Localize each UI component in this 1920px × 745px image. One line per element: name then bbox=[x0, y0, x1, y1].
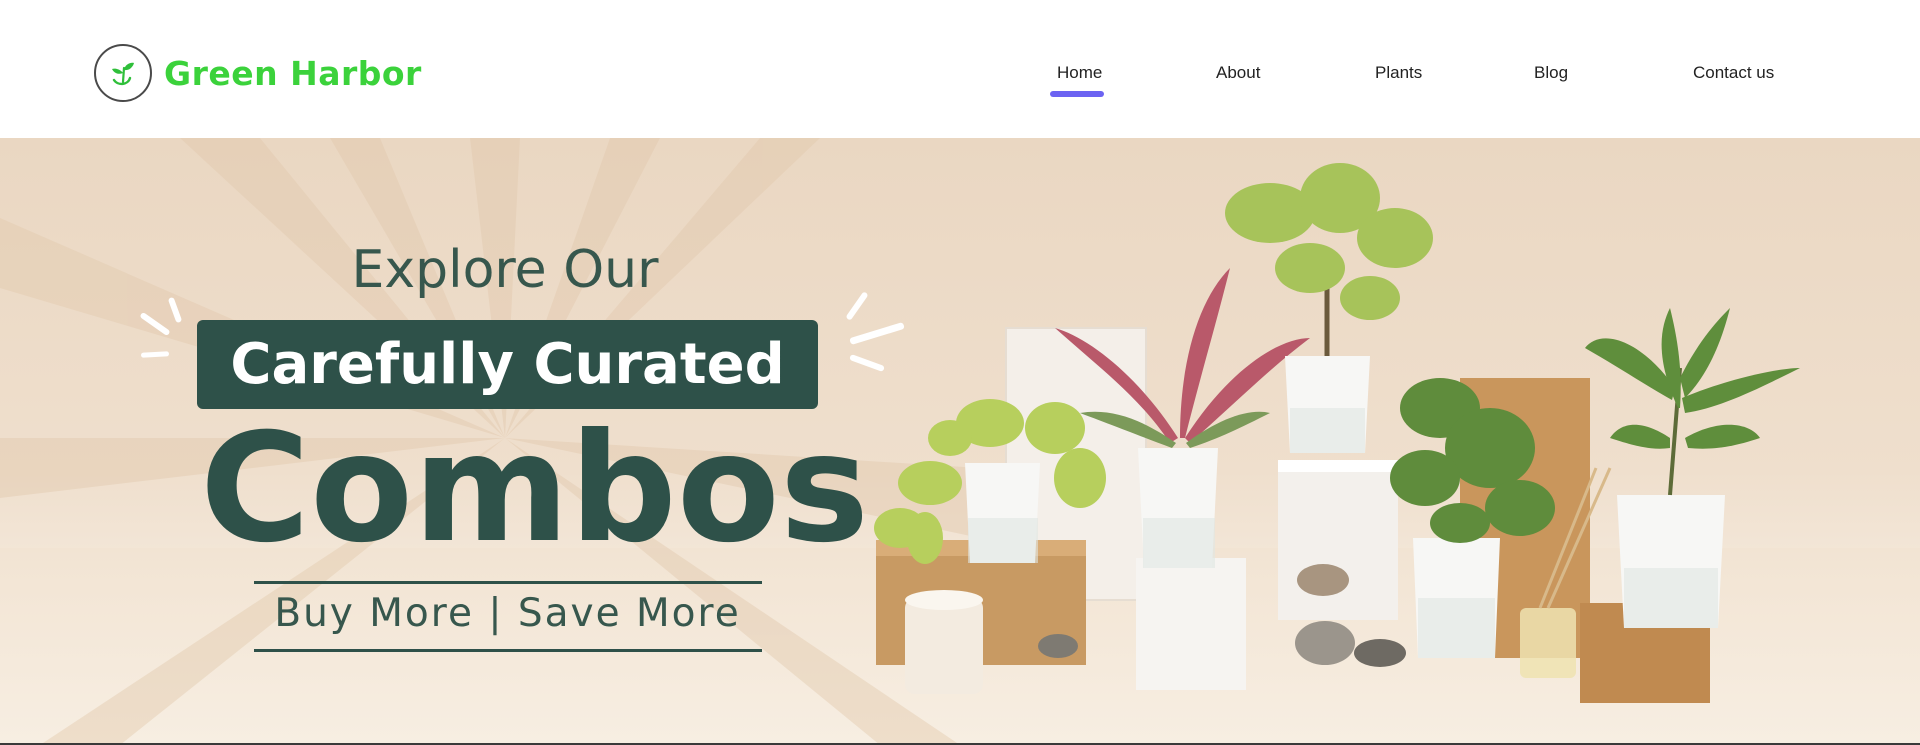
hero-tagline: Buy More | Save More bbox=[274, 591, 741, 636]
hero-subheading: Explore Our bbox=[351, 240, 659, 300]
nav-item-about[interactable]: About bbox=[1216, 63, 1260, 83]
site-header: Green Harbor Home About Plants Blog Cont… bbox=[0, 0, 1920, 138]
active-nav-indicator bbox=[1050, 91, 1104, 97]
nav-item-blog[interactable]: Blog bbox=[1534, 63, 1568, 83]
hero-title: Combos bbox=[200, 402, 870, 576]
curated-text: Carefully Curated bbox=[230, 332, 785, 397]
curated-banner: Carefully Curated bbox=[197, 320, 818, 409]
plants-illustration bbox=[874, 163, 1800, 703]
divider-bottom bbox=[254, 649, 762, 652]
main-nav: Home About Plants Blog Contact us bbox=[0, 63, 1920, 103]
nav-item-contact[interactable]: Contact us bbox=[1693, 63, 1774, 83]
nav-item-plants[interactable]: Plants bbox=[1375, 63, 1422, 83]
nav-item-home[interactable]: Home bbox=[1057, 63, 1102, 83]
divider-top bbox=[254, 581, 762, 584]
hero-banner[interactable]: Explore Our Carefully Curated Combos Buy… bbox=[0, 138, 1920, 745]
